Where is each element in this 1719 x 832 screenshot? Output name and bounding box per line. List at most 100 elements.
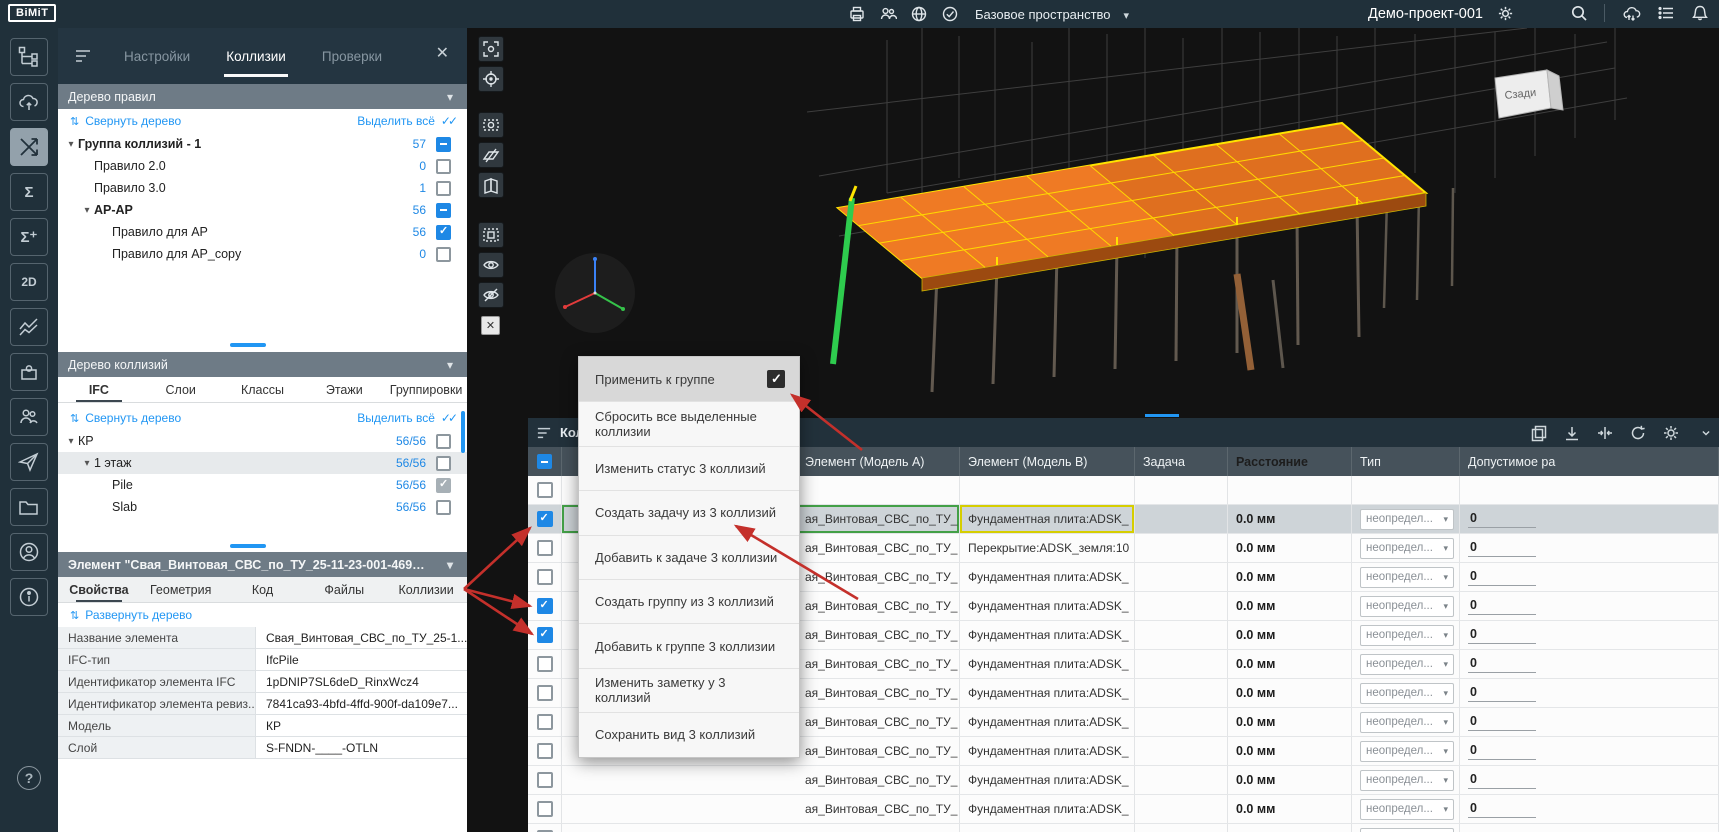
- sum-button[interactable]: Σ: [10, 173, 48, 211]
- context-menu-item[interactable]: Изменить статус 3 коллизий: [579, 446, 799, 490]
- element-tab[interactable]: Геометрия: [140, 577, 222, 602]
- column-header[interactable]: Допустимое ра: [1460, 447, 1719, 476]
- tree-tab[interactable]: Этажи: [303, 377, 385, 402]
- tree-tab[interactable]: Слои: [140, 377, 222, 402]
- type-dropdown[interactable]: неопредел...: [1360, 538, 1454, 559]
- table-row[interactable]: ая_Винтовая_СВС_по_ТУ_ Фундаментная плит…: [528, 824, 1719, 832]
- workspace-selector[interactable]: Базовое пространство: [975, 7, 1129, 22]
- node-checkbox[interactable]: [436, 500, 451, 515]
- allowed-input[interactable]: 0: [1468, 801, 1536, 818]
- column-header[interactable]: Задача: [1135, 447, 1228, 476]
- column-header[interactable]: Элемент (Модель B): [960, 447, 1135, 476]
- expander-icon[interactable]: [64, 436, 78, 447]
- allowed-input[interactable]: 0: [1468, 627, 1536, 644]
- type-dropdown[interactable]: неопредел...: [1360, 654, 1454, 675]
- sort-icon[interactable]: [74, 48, 92, 64]
- charts-button[interactable]: [10, 308, 48, 346]
- projects-folder-button[interactable]: [10, 488, 48, 526]
- allowed-input[interactable]: 0: [1468, 598, 1536, 615]
- show-button[interactable]: [478, 252, 504, 278]
- tree-tab[interactable]: Классы: [222, 377, 304, 402]
- type-dropdown[interactable]: неопредел...: [1360, 509, 1454, 530]
- help-button[interactable]: ?: [17, 766, 41, 790]
- row-checkbox[interactable]: [537, 656, 553, 672]
- select-all-link[interactable]: Выделить всё: [357, 114, 455, 128]
- type-dropdown[interactable]: неопредел...: [1360, 567, 1454, 588]
- collision-tree-row[interactable]: КР 56/56: [58, 430, 467, 452]
- select-all-checkbox[interactable]: [537, 454, 552, 469]
- allowed-input[interactable]: 0: [1468, 743, 1536, 760]
- select-all-link[interactable]: Выделить всё: [357, 411, 455, 425]
- viewport-scroll-indicator[interactable]: [1145, 414, 1179, 417]
- panel-tab[interactable]: Коллизии: [224, 43, 288, 70]
- node-checkbox[interactable]: [436, 434, 451, 449]
- profile-button[interactable]: [10, 533, 48, 571]
- rules-tree-row[interactable]: Правило для АР_copy 0: [58, 243, 467, 265]
- menu-icon[interactable]: [536, 426, 552, 440]
- row-checkbox[interactable]: [537, 540, 553, 556]
- 2d-view-button[interactable]: 2D: [10, 263, 48, 301]
- context-menu-item[interactable]: Создать задачу из 3 коллизий: [579, 490, 799, 534]
- row-checkbox[interactable]: [537, 569, 553, 585]
- collisions-button[interactable]: [10, 128, 48, 166]
- panel-tab[interactable]: Проверки: [320, 43, 384, 70]
- collision-tree-row[interactable]: Slab 56/56: [58, 496, 467, 518]
- context-menu-item[interactable]: Сохранить вид 3 коллизий: [579, 712, 799, 756]
- scroll-indicator[interactable]: [230, 544, 266, 548]
- allowed-input[interactable]: 0: [1468, 772, 1536, 789]
- expander-icon[interactable]: [64, 139, 78, 150]
- team-icon[interactable]: [879, 5, 897, 23]
- cloud-sync-icon[interactable]: [1621, 4, 1641, 22]
- plugins-button[interactable]: [10, 353, 48, 391]
- collapse-panel-icon[interactable]: [1699, 426, 1713, 440]
- globe-icon[interactable]: [910, 5, 928, 23]
- rule-checkbox[interactable]: [436, 159, 451, 174]
- rule-checkbox[interactable]: [436, 225, 451, 240]
- element-tab[interactable]: Свойства: [58, 577, 140, 602]
- row-checkbox[interactable]: [537, 627, 553, 643]
- allowed-input[interactable]: 0: [1468, 511, 1536, 528]
- panel-tab[interactable]: Настройки: [122, 43, 192, 70]
- context-menu-item[interactable]: Сбросить все выделенные коллизии: [579, 401, 799, 445]
- allowed-input[interactable]: 0: [1468, 685, 1536, 702]
- context-menu-item[interactable]: Применить к группе: [579, 357, 799, 401]
- collapse-tree-link[interactable]: Свернуть дерево: [70, 411, 181, 425]
- column-header[interactable]: Расстояние: [1228, 447, 1352, 476]
- rules-tree-row[interactable]: АР-АР 56: [58, 199, 467, 221]
- type-dropdown[interactable]: неопредел...: [1360, 828, 1454, 832]
- allowed-input[interactable]: 0: [1468, 714, 1536, 731]
- bell-icon[interactable]: [1691, 4, 1709, 22]
- rule-checkbox[interactable]: [436, 247, 451, 262]
- visibility-box-button[interactable]: [478, 112, 504, 138]
- users-button[interactable]: [10, 398, 48, 436]
- scroll-indicator[interactable]: [230, 343, 266, 347]
- close-box-button[interactable]: [481, 316, 500, 335]
- rules-tree-row[interactable]: Правило 2.0 0: [58, 155, 467, 177]
- element-tab[interactable]: Код: [222, 577, 304, 602]
- row-checkbox[interactable]: [537, 714, 553, 730]
- download-icon[interactable]: [1563, 424, 1581, 442]
- rule-checkbox[interactable]: [436, 203, 451, 218]
- hide-button[interactable]: [478, 282, 504, 308]
- type-dropdown[interactable]: неопредел...: [1360, 596, 1454, 617]
- type-dropdown[interactable]: неопредел...: [1360, 741, 1454, 762]
- collision-tree-row[interactable]: Pile 56/56: [58, 474, 467, 496]
- type-dropdown[interactable]: неопредел...: [1360, 770, 1454, 791]
- context-menu-item[interactable]: Изменить заметку у 3 коллизий: [579, 668, 799, 712]
- row-checkbox[interactable]: [537, 482, 553, 498]
- row-checkbox[interactable]: [537, 801, 553, 817]
- locate-button[interactable]: [478, 66, 504, 92]
- row-checkbox[interactable]: [537, 511, 553, 527]
- tree-tab[interactable]: Группировки: [385, 377, 467, 402]
- expander-icon[interactable]: [80, 458, 94, 469]
- expand-tree-link[interactable]: Развернуть дерево: [70, 608, 192, 622]
- section-button[interactable]: [478, 172, 504, 198]
- project-settings-gear-icon[interactable]: [1497, 5, 1514, 22]
- type-dropdown[interactable]: неопредел...: [1360, 683, 1454, 704]
- refresh-icon[interactable]: [1629, 424, 1647, 442]
- copy-icon[interactable]: [1530, 424, 1548, 442]
- element-header[interactable]: Элемент "Свая_Винтовая_СВС_по_ТУ_25-11-2…: [58, 552, 467, 577]
- send-button[interactable]: [10, 443, 48, 481]
- element-tab[interactable]: Коллизии: [385, 577, 467, 602]
- rule-checkbox[interactable]: [436, 181, 451, 196]
